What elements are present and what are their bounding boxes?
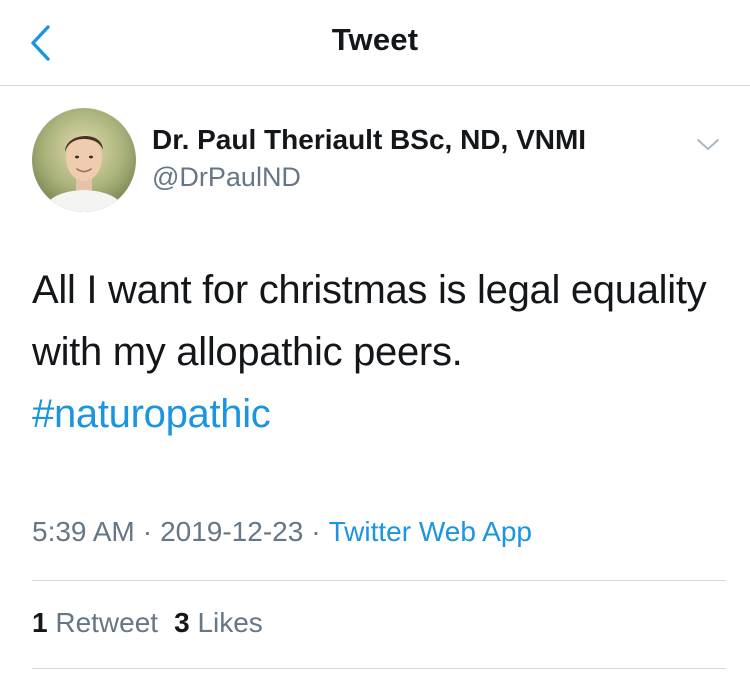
tweet-metadata: 5:39 AM · 2019-12-23 · Twitter Web App — [32, 516, 532, 548]
retweet-count: 1 — [32, 607, 48, 638]
retweets-count-link[interactable]: 1 Retweet — [32, 607, 158, 639]
divider — [32, 580, 726, 581]
separator: · — [311, 516, 321, 547]
like-count: 3 — [174, 607, 190, 638]
tweet-text: All I want for christmas is legal equali… — [32, 259, 722, 445]
retweet-label: Retweet — [55, 607, 159, 638]
like-label: Likes — [197, 607, 263, 638]
avatar[interactable] — [32, 108, 136, 212]
author-name[interactable]: Dr. Paul Theriault BSc, ND, VNMI — [152, 124, 586, 156]
likes-count-link[interactable]: 3 Likes — [174, 607, 263, 639]
tweet-text-line: with my allopathic peers. — [32, 330, 463, 374]
page-title: Tweet — [331, 22, 419, 57]
chevron-down-icon — [697, 139, 719, 150]
tweet-date: 2019-12-23 — [160, 516, 304, 547]
source-app-link[interactable]: Twitter Web App — [329, 516, 532, 547]
tweet-text-line: All I want for christmas is legal equali… — [32, 268, 707, 312]
profile-photo — [32, 108, 136, 212]
separator: · — [142, 516, 153, 547]
author-handle[interactable]: @DrPaulND — [152, 162, 301, 193]
more-options-button[interactable] — [688, 128, 728, 162]
tweet-time: 5:39 AM — [32, 516, 135, 547]
hashtag-link[interactable]: #naturopathic — [32, 383, 722, 445]
engagement-stats: 1 Retweet 3 Likes — [32, 607, 263, 639]
divider — [32, 668, 726, 669]
nav-bar: Tweet — [0, 0, 750, 86]
